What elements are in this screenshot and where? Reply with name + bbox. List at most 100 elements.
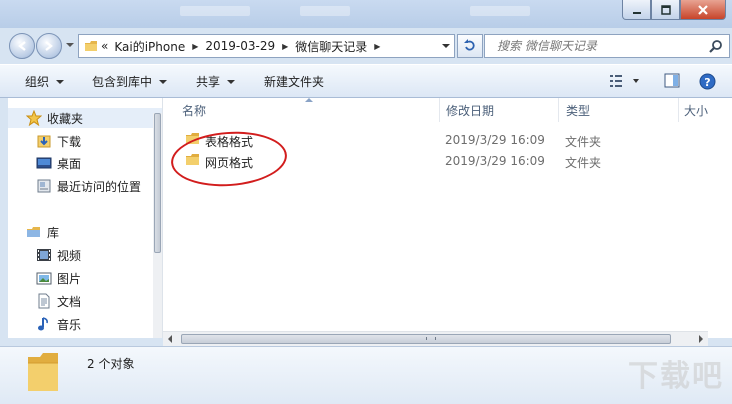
sidebar-item-recent-places[interactable]: 最近访问的位置 [8,176,162,196]
breadcrumb-separator-icon[interactable]: ▶ [370,42,384,51]
file-date: 2019/3/29 16:09 [445,133,545,147]
organize-menu[interactable]: 组织 [25,73,65,90]
item-count: 2 个对象 [87,357,135,371]
address-history-dropdown[interactable] [442,44,450,48]
sidebar-item-music[interactable]: 音乐 [8,314,162,334]
column-header-date-modified[interactable]: 修改日期 [438,98,559,122]
sidebar-item-label: 下载 [57,134,82,149]
column-header-label: 大小 [684,103,709,118]
search-input[interactable] [485,38,713,54]
file-list: 名称 修改日期 类型 大小 表格格式 2019/3/29 16:09 文件夹 网… [163,98,732,338]
folder-large-icon [26,351,62,398]
back-button[interactable] [9,33,35,59]
star-icon [26,110,42,126]
details-pane: 2 个对象 下载吧 [0,346,732,404]
refresh-icon [464,39,475,51]
window-controls [622,0,726,20]
sidebar-item-label: 图片 [57,271,82,286]
file-type: 文件夹 [565,135,602,149]
refresh-button[interactable] [457,34,483,58]
title-blur [470,6,530,16]
navigation-pane: 收藏夹 下载 桌面 最近访问的位置 库 视频 图片 文档 音乐 [8,98,163,338]
chevron-down-icon [159,79,168,84]
sidebar-item-favorites[interactable]: 收藏夹 [8,108,162,128]
file-type: 文件夹 [565,156,602,170]
include-in-library-label: 包含到库中 [92,75,153,89]
scrollbar-grip [426,337,436,340]
chevron-down-icon [227,79,236,84]
help-button[interactable]: ? [699,73,716,93]
breadcrumb-overflow[interactable]: « [98,39,111,53]
download-icon [36,133,52,149]
sidebar-item-videos[interactable]: 视频 [8,245,162,265]
share-menu[interactable]: 共享 [196,73,236,90]
new-folder-label: 新建文件夹 [264,75,325,89]
column-header-type[interactable]: 类型 [558,98,679,122]
music-icon [36,316,52,332]
document-icon [36,293,52,309]
maximize-icon [660,4,671,15]
column-header-label: 名称 [182,103,207,118]
new-folder-button[interactable]: 新建文件夹 [264,73,324,90]
preview-pane-icon [664,73,680,88]
horizontal-scrollbar[interactable] [163,331,708,346]
search-icon[interactable] [709,39,723,56]
navigation-bar: « Kai的iPhone ▶ 2019-03-29 ▶ 微信聊天记录 ▶ [0,28,732,62]
sidebar-item-pictures[interactable]: 图片 [8,268,162,288]
folder-icon [79,39,98,53]
command-bar: 组织 包含到库中 共享 新建文件夹 ? [0,64,732,98]
sidebar-item-libraries[interactable]: 库 [8,222,162,242]
help-icon: ? [699,73,716,90]
minimize-button[interactable] [622,0,651,20]
video-icon [36,247,52,263]
view-list-icon [610,75,639,87]
include-in-library-menu[interactable]: 包含到库中 [92,73,168,90]
back-arrow-icon [18,41,26,51]
close-icon [698,4,708,15]
sidebar-item-label: 音乐 [57,317,82,332]
column-header-size[interactable]: 大小 [676,98,732,122]
title-blur [300,6,350,16]
sidebar-item-label: 桌面 [57,156,82,171]
desktop-icon [36,155,52,171]
column-header-label: 类型 [566,103,591,118]
forward-arrow-icon [45,41,53,51]
sidebar-item-desktop[interactable]: 桌面 [8,153,162,173]
maximize-button[interactable] [651,0,680,20]
library-icon [26,224,42,240]
sidebar-item-label: 文档 [57,294,82,309]
share-label: 共享 [196,75,221,89]
sidebar-item-label: 库 [47,225,60,240]
navigation-pane-scrollbar[interactable] [153,113,162,338]
breadcrumb-separator-icon[interactable]: ▶ [188,42,202,51]
minimize-icon [632,11,641,14]
organize-label: 组织 [25,75,50,89]
sidebar-item-downloads[interactable]: 下载 [8,131,162,151]
change-view-button[interactable] [609,73,639,92]
title-bar [0,0,732,28]
svg-text:?: ? [704,76,710,89]
forward-button[interactable] [36,33,62,59]
breadcrumb-separator-icon[interactable]: ▶ [278,42,292,51]
watermark-logo: 下载吧 [628,359,724,394]
sidebar-item-label: 视频 [57,248,82,263]
scroll-left-icon[interactable] [168,335,172,343]
recent-places-icon [36,178,52,194]
sidebar-item-label: 最近访问的位置 [57,179,142,194]
address-bar[interactable]: « Kai的iPhone ▶ 2019-03-29 ▶ 微信聊天记录 ▶ [78,34,455,58]
scroll-right-icon[interactable] [699,335,703,343]
sidebar-item-label: 收藏夹 [47,111,84,126]
scrollbar-thumb[interactable] [154,113,161,253]
file-date: 2019/3/29 16:09 [445,154,545,168]
breadcrumb-item[interactable]: Kai的iPhone [111,38,188,55]
column-header-name[interactable]: 名称 [174,98,440,122]
breadcrumb-item[interactable]: 2019-03-29 [202,39,278,53]
search-box[interactable] [484,34,730,58]
sidebar-item-documents[interactable]: 文档 [8,291,162,311]
preview-pane-button[interactable] [664,73,680,92]
chevron-down-icon [56,79,65,84]
close-button[interactable] [680,0,726,20]
recent-pages-dropdown[interactable] [66,43,74,47]
breadcrumb-item[interactable]: 微信聊天记录 [292,38,370,55]
column-header-label: 修改日期 [446,103,495,118]
